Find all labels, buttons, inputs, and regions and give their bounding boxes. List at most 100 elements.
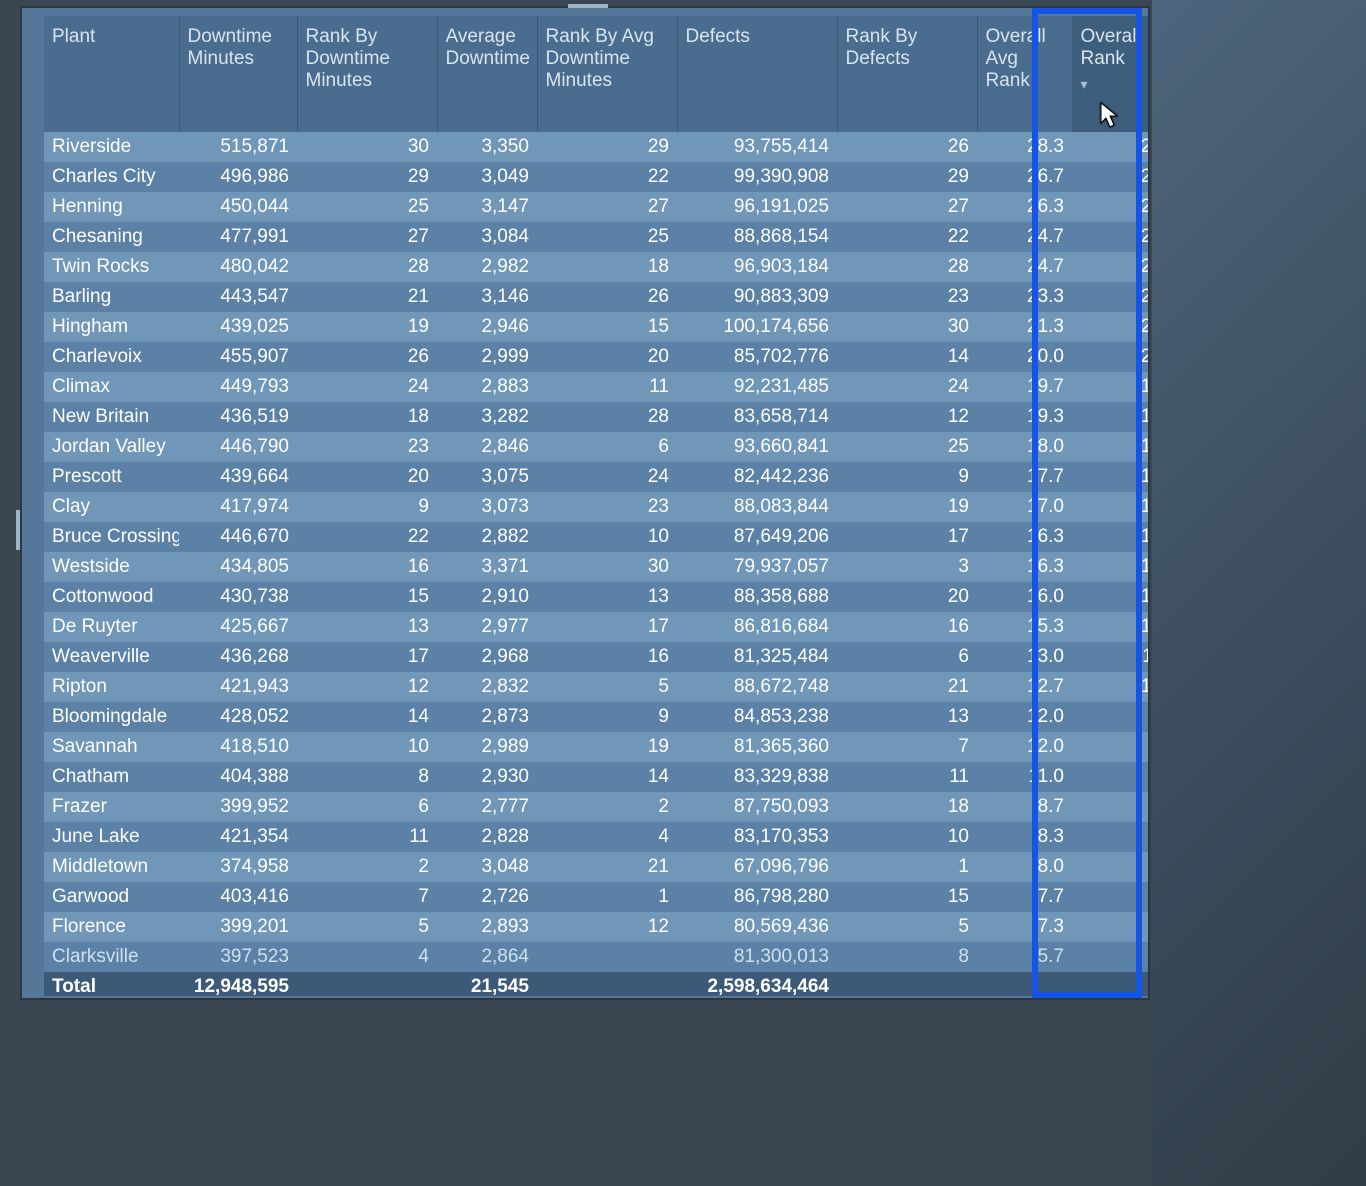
table-row[interactable]: Henning450,044253,1472796,191,0252726.32… [44, 192, 1148, 222]
col-header-rank-defects[interactable]: Rank By Defects [837, 16, 977, 132]
cell-value: 16.3 [977, 552, 1072, 582]
cell-plant: Climax [44, 372, 179, 402]
cell-value: 20.0 [977, 342, 1072, 372]
cell-value: 28 [297, 252, 437, 282]
cell-value: 16 [837, 612, 977, 642]
cell-value: 27 [537, 192, 677, 222]
cell-value: 16 [1072, 462, 1148, 492]
cell-plant: Barling [44, 282, 179, 312]
cell-value: 19.7 [977, 372, 1072, 402]
resize-grip-left[interactable] [16, 510, 20, 550]
cell-value: 23 [837, 282, 977, 312]
cell-value: 18 [837, 792, 977, 822]
cell-value: 25 [837, 432, 977, 462]
col-header-plant[interactable]: Plant [44, 16, 179, 132]
cell-value: 2 [297, 852, 437, 882]
cell-plant: Savannah [44, 732, 179, 762]
table-row[interactable]: Climax449,793242,8831192,231,4852419.719 [44, 372, 1148, 402]
table-row[interactable]: Charlevoix455,907262,9992085,702,7761420… [44, 342, 1148, 372]
table-row[interactable]: Chesaning477,991273,0842588,868,1542224.… [44, 222, 1148, 252]
col-header-avg-downtime[interactable]: Average Downtime [437, 16, 537, 132]
table-row[interactable]: Cottonwood430,738152,9101388,358,6882016… [44, 582, 1148, 612]
cell-value: 439,664 [179, 462, 297, 492]
cell-plant: Frazer [44, 792, 179, 822]
table-row[interactable]: Chatham404,38882,9301483,329,8381111.08 [44, 762, 1148, 792]
table-row[interactable]: Twin Rocks480,042282,9821896,903,1842824… [44, 252, 1148, 282]
table-row[interactable]: Jordan Valley446,790232,846693,660,84125… [44, 432, 1148, 462]
cell-value: 18.0 [977, 432, 1072, 462]
col-header-rank-downtime[interactable]: Rank By Downtime Minutes [297, 16, 437, 132]
cell-value: 15 [1072, 492, 1148, 522]
cell-value: 82,442,236 [677, 462, 837, 492]
cell-value: 5 [837, 912, 977, 942]
table-row[interactable]: Weaverville436,268172,9681681,325,484613… [44, 642, 1148, 672]
table-row[interactable]: Hingham439,025192,94615100,174,6563021.3… [44, 312, 1148, 342]
cell-value: 5 [537, 672, 677, 702]
cell-value: 12.0 [977, 732, 1072, 762]
cell-value: 4 [297, 942, 437, 972]
cell-value: 24 [537, 462, 677, 492]
table-row[interactable]: Bloomingdale428,052142,873984,853,238131… [44, 702, 1148, 732]
cell-value: 2,893 [437, 912, 537, 942]
table-scroll-area[interactable]: Plant Downtime Minutes Rank By Downtime … [22, 8, 1148, 996]
table-row[interactable]: Riverside515,871303,3502993,755,4142628.… [44, 132, 1148, 162]
cell-plant: Ripton [44, 672, 179, 702]
table-row[interactable]: Barling443,547213,1462690,883,3092323.32… [44, 282, 1148, 312]
cell-value: 3,084 [437, 222, 537, 252]
col-header-rank-avg-downtime[interactable]: Rank By Avg Downtime Minutes [537, 16, 677, 132]
table-row[interactable]: June Lake421,354112,828483,170,353108.36 [44, 822, 1148, 852]
cell-value: 436,519 [179, 402, 297, 432]
cell-plant: June Lake [44, 822, 179, 852]
cell-value: 11 [537, 372, 677, 402]
cell-value: 92,231,485 [677, 372, 837, 402]
table-row[interactable]: Westside434,805163,3713079,937,057316.31… [44, 552, 1148, 582]
cell-value: 2,977 [437, 612, 537, 642]
col-header-downtime-minutes[interactable]: Downtime Minutes [179, 16, 297, 132]
table-body: Riverside515,871303,3502993,755,4142628.… [44, 132, 1148, 996]
table-row[interactable]: Middletown374,95823,0482167,096,79618.05 [44, 852, 1148, 882]
table-row-partial[interactable]: Clarksville397,52342,86481,300,01385.72 [44, 942, 1148, 972]
table-row[interactable]: New Britain436,519183,2822883,658,714121… [44, 402, 1148, 432]
cell-value: 11 [297, 822, 437, 852]
cell-value: 16 [297, 552, 437, 582]
table-row[interactable]: Charles City496,986293,0492299,390,90829… [44, 162, 1148, 192]
cell-value: 2,982 [437, 252, 537, 282]
table-row[interactable]: Bruce Crossing446,670222,8821087,649,206… [44, 522, 1148, 552]
table-row[interactable]: Frazer399,95262,777287,750,093188.77 [44, 792, 1148, 822]
table-row[interactable]: Florence399,20152,8931280,569,43657.33 [44, 912, 1148, 942]
cell-value: 2,930 [437, 762, 537, 792]
table-row[interactable]: Clay417,97493,0732388,083,8441917.015 [44, 492, 1148, 522]
cell-value: 88,672,748 [677, 672, 837, 702]
cell-value: 81,365,360 [677, 732, 837, 762]
cell-value: 30 [537, 552, 677, 582]
cell-value: 403,416 [179, 882, 297, 912]
cell-value: 12 [837, 402, 977, 432]
col-header-overall-avg-rank[interactable]: Overall Avg Rank [977, 16, 1072, 132]
cell-value: 425,667 [179, 612, 297, 642]
cell-plant: Riverside [44, 132, 179, 162]
table-row[interactable]: Savannah418,510102,9891981,365,360712.09 [44, 732, 1148, 762]
cell-value: 20 [537, 342, 677, 372]
cell-plant: Charles City [44, 162, 179, 192]
cell-plant: Chatham [44, 762, 179, 792]
col-header-overall-rank[interactable]: Overall Rank ▾ [1072, 16, 1148, 132]
table-row[interactable]: Prescott439,664203,0752482,442,236917.71… [44, 462, 1148, 492]
cell-value: 21.3 [977, 312, 1072, 342]
cell-value: 2 [1072, 942, 1148, 972]
cell-value: 6 [1072, 822, 1148, 852]
cell-value: 23 [1072, 222, 1148, 252]
col-header-defects[interactable]: Defects [677, 16, 837, 132]
cell-value: 22 [837, 222, 977, 252]
table-row[interactable]: Ripton421,943122,832588,672,7482112.710 [44, 672, 1148, 702]
cell-value: 9 [1072, 702, 1148, 732]
cell-value: 17 [297, 642, 437, 672]
table-row[interactable]: Garwood403,41672,726186,798,280157.74 [44, 882, 1148, 912]
cell-plant: De Ruyter [44, 612, 179, 642]
cell-value: 81,325,484 [677, 642, 837, 672]
cell-value: 430,738 [179, 582, 297, 612]
table-row[interactable]: De Ruyter425,667132,9771786,816,6841615.… [44, 612, 1148, 642]
cell-value: 22 [537, 162, 677, 192]
cell-value: 9 [537, 702, 677, 732]
cell-value: 2,968 [437, 642, 537, 672]
cell-value: 455,907 [179, 342, 297, 372]
